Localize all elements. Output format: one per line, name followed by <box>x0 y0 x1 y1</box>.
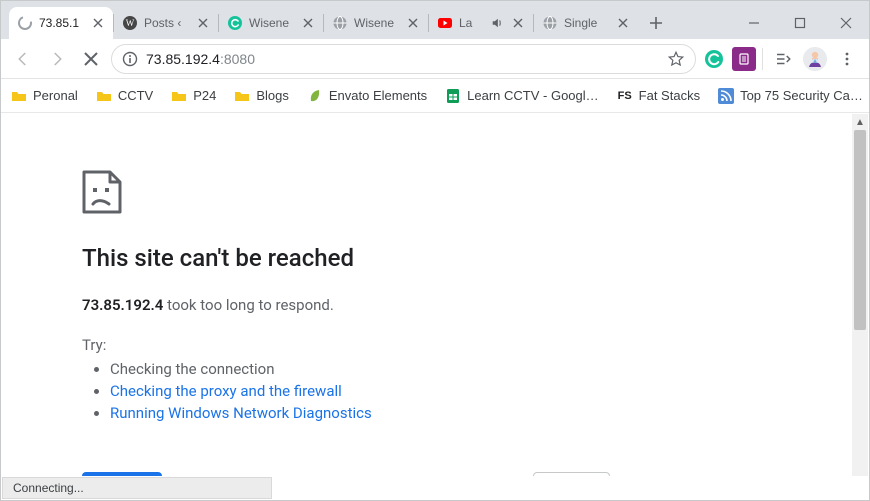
bookmark-label: CCTV <box>118 88 153 103</box>
error-heading: This site can't be reached <box>82 244 642 272</box>
grammarly-icon <box>227 15 243 31</box>
site-info-icon[interactable] <box>122 51 138 67</box>
close-icon[interactable] <box>91 16 105 30</box>
scroll-up-icon[interactable]: ▲ <box>852 114 868 130</box>
suggestions-list: Checking the connection Checking the pro… <box>82 360 642 422</box>
status-text: Connecting... <box>13 481 84 495</box>
close-icon[interactable] <box>301 16 315 30</box>
tab-title: Wisene <box>249 16 295 30</box>
bookmark-top75[interactable]: Top 75 Security Ca… <box>718 88 863 104</box>
bookmark-star-icon[interactable] <box>667 50 685 68</box>
maximize-button[interactable] <box>777 7 823 39</box>
tab-wisene-1[interactable]: Wisene <box>219 7 323 39</box>
tab-single[interactable]: Single <box>534 7 638 39</box>
tab-title: 73.85.1 <box>39 16 85 30</box>
rss-icon <box>718 88 734 104</box>
bookmark-learn-cctv[interactable]: Learn CCTV - Googl… <box>445 88 599 104</box>
tab-title: Wisene <box>354 16 400 30</box>
vertical-scrollbar[interactable]: ▲ <box>852 114 868 476</box>
close-icon[interactable] <box>511 16 525 30</box>
bookmark-label: Top 75 Security Ca… <box>740 88 863 103</box>
forward-button[interactable] <box>43 45 71 73</box>
bookmark-label: Fat Stacks <box>639 88 700 103</box>
bookmark-label: Envato Elements <box>329 88 427 103</box>
url-port: :8080 <box>220 51 255 67</box>
bookmark-peronal[interactable]: Peronal <box>11 88 78 104</box>
sheets-icon <box>445 88 461 104</box>
url-host: 73.85.192.4 <box>146 51 220 67</box>
bookmark-p24[interactable]: P24 <box>171 88 216 104</box>
spinner-icon <box>17 15 33 31</box>
reload-button[interactable]: Reload <box>82 472 162 476</box>
bookmark-blogs[interactable]: Blogs <box>234 88 289 104</box>
window-close-button[interactable] <box>823 7 869 39</box>
profile-avatar[interactable] <box>803 47 827 71</box>
error-page: This site can't be reached 73.85.192.4 t… <box>2 114 642 476</box>
error-buttons: Reload Details <box>82 472 642 476</box>
leaf-icon <box>307 88 323 104</box>
folder-icon <box>11 88 27 104</box>
address-bar[interactable]: 73.85.192.4:8080 <box>111 44 696 74</box>
try-label: Try: <box>82 336 642 354</box>
suggestion-text: Checking the connection <box>110 360 275 378</box>
close-icon[interactable] <box>406 16 420 30</box>
globe-icon <box>542 15 558 31</box>
evernote-extension-icon[interactable] <box>732 47 756 71</box>
globe-icon <box>332 15 348 31</box>
minimize-button[interactable] <box>731 7 777 39</box>
error-page-icon <box>82 170 122 214</box>
url-text: 73.85.192.4:8080 <box>146 51 659 67</box>
suggestion-item: Checking the proxy and the firewall <box>110 382 642 400</box>
status-bar: Connecting... <box>2 477 272 499</box>
close-icon[interactable] <box>616 16 630 30</box>
folder-icon <box>171 88 187 104</box>
suggestion-item: Checking the connection <box>110 360 642 378</box>
tab-active[interactable]: 73.85.1 <box>9 7 113 39</box>
bookmark-envato[interactable]: Envato Elements <box>307 88 427 104</box>
audio-icon[interactable] <box>489 15 505 31</box>
separator <box>762 48 763 70</box>
tab-title: La <box>459 16 483 30</box>
bookmark-label: Blogs <box>256 88 289 103</box>
suggestion-link[interactable]: Running Windows Network Diagnostics <box>110 404 372 422</box>
tab-strip: 73.85.1 W Posts ‹ Wisene Wisene La <box>1 1 869 39</box>
page-viewport: This site can't be reached 73.85.192.4 t… <box>2 114 868 476</box>
youtube-icon <box>437 15 453 31</box>
bookmarks-bar: Peronal CCTV P24 Blogs Envato Elements L… <box>1 79 869 113</box>
error-message: 73.85.192.4 took too long to respond. <box>82 296 642 314</box>
bookmark-fatstacks[interactable]: FS Fat Stacks <box>617 88 700 104</box>
tab-title: Posts ‹ <box>144 16 190 30</box>
suggestion-link[interactable]: Checking the proxy and the firewall <box>110 382 342 400</box>
bookmark-label: Peronal <box>33 88 78 103</box>
new-tab-button[interactable] <box>642 9 670 37</box>
bookmark-label: Learn CCTV - Googl… <box>467 88 599 103</box>
tab-wisene-2[interactable]: Wisene <box>324 7 428 39</box>
tab-title: Single <box>564 16 610 30</box>
wordpress-icon: W <box>122 15 138 31</box>
error-host: 73.85.192.4 <box>82 296 163 314</box>
scroll-thumb[interactable] <box>854 130 866 330</box>
tab-posts[interactable]: W Posts ‹ <box>114 7 218 39</box>
back-button[interactable] <box>9 45 37 73</box>
tab-youtube[interactable]: La <box>429 7 533 39</box>
folder-icon <box>234 88 250 104</box>
svg-text:W: W <box>126 18 135 28</box>
fs-icon: FS <box>617 88 633 104</box>
toolbar: 73.85.192.4:8080 <box>1 39 869 79</box>
grammarly-extension-icon[interactable] <box>702 47 726 71</box>
error-host-rest: took too long to respond. <box>163 296 334 314</box>
stop-button[interactable] <box>77 45 105 73</box>
media-control-icon[interactable] <box>769 45 797 73</box>
close-icon[interactable] <box>196 16 210 30</box>
bookmark-cctv[interactable]: CCTV <box>96 88 153 104</box>
folder-icon <box>96 88 112 104</box>
details-button[interactable]: Details <box>533 472 610 476</box>
suggestion-item: Running Windows Network Diagnostics <box>110 404 642 422</box>
window-controls <box>731 7 869 39</box>
bookmark-label: P24 <box>193 88 216 103</box>
chrome-menu-button[interactable] <box>833 45 861 73</box>
